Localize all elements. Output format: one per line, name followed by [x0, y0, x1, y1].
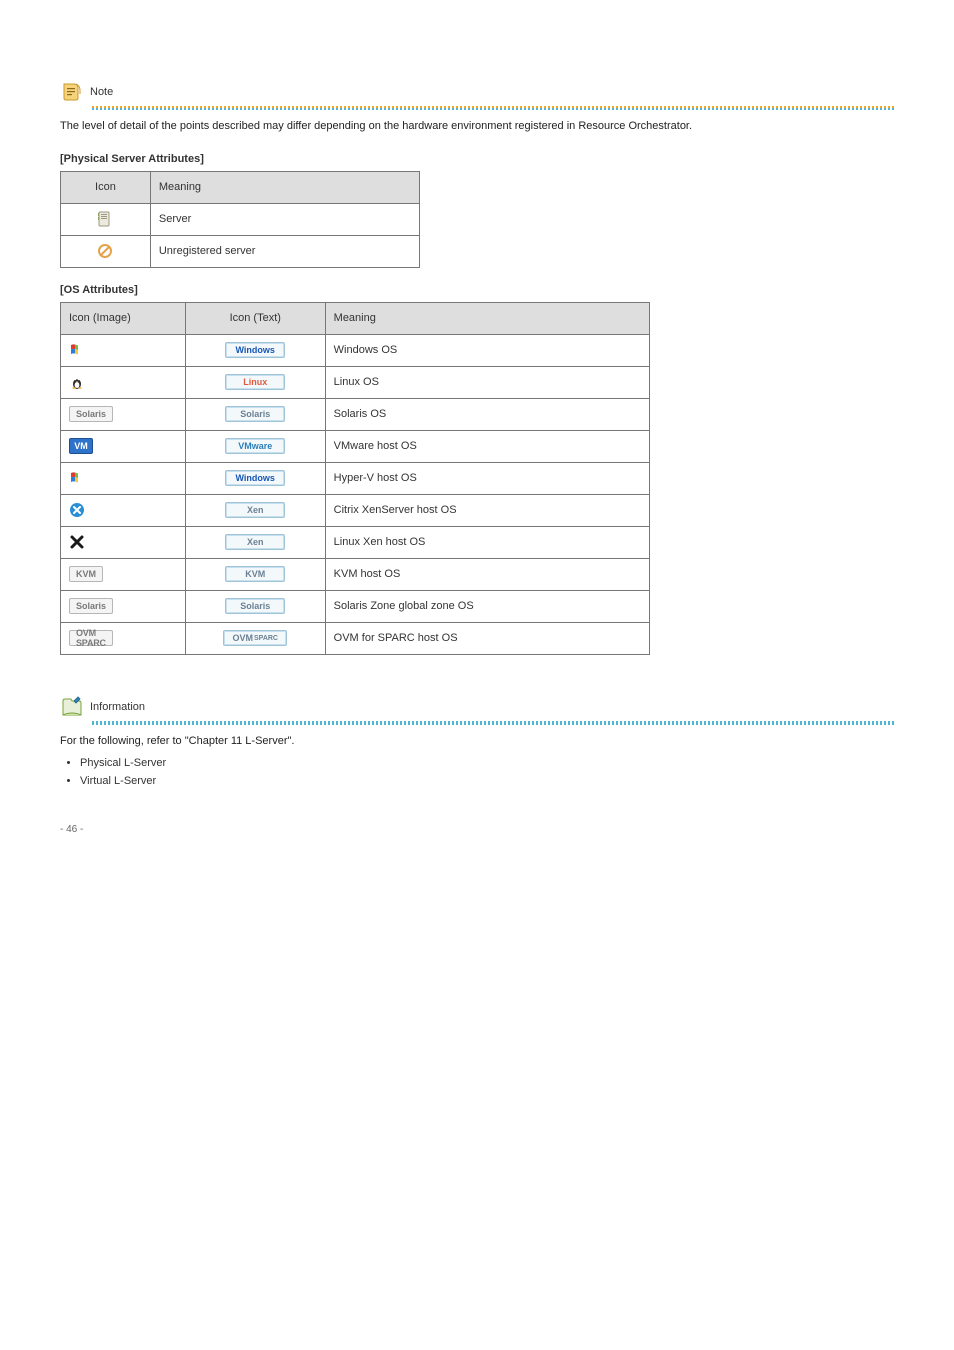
section-os-label: [OS Attributes] [60, 284, 894, 296]
information-label: Information [90, 701, 145, 713]
kvm-badge-icon: KVM [61, 558, 186, 590]
os-text-badge: Windows [185, 334, 325, 366]
table-row: SolarisSolarisSolaris Zone global zone O… [61, 590, 650, 622]
note-label: Note [90, 86, 113, 98]
table-row: XenCitrix XenServer host OS [61, 494, 650, 526]
solaris-badge-icon: Solaris [61, 398, 186, 430]
list-item: Virtual L-Server [80, 775, 894, 787]
cell-meaning: KVM host OS [325, 558, 649, 590]
cell-meaning: Hyper-V host OS [325, 462, 649, 494]
info-bullet-list: Physical L-Server Virtual L-Server [66, 757, 894, 787]
document-page: Note The level of detail of the points d… [0, 0, 954, 847]
vmware-badge-icon: VM [61, 430, 186, 462]
os-text-badge: Xen [185, 494, 325, 526]
physical-server-table: Icon Meaning ServerUnregistered server [60, 171, 420, 268]
bullet-text: Virtual L-Server [80, 775, 156, 787]
os-text-badge: Windows [185, 462, 325, 494]
note-icon [60, 80, 84, 104]
table-header: Meaning [325, 302, 649, 334]
cell-meaning: Linux Xen host OS [325, 526, 649, 558]
xen-circle-icon [61, 494, 186, 526]
windows-flag-icon [61, 334, 186, 366]
cell-meaning: Solaris OS [325, 398, 649, 430]
section-physical-label: [Physical Server Attributes] [60, 153, 894, 165]
windows-flag-vm-icon [61, 462, 186, 494]
table-row: SolarisSolarisSolaris OS [61, 398, 650, 430]
table-header: Icon (Image) [61, 302, 186, 334]
table-header: Meaning [150, 171, 419, 203]
cell-meaning: Windows OS [325, 334, 649, 366]
table-row: Server [61, 203, 420, 235]
table-header: Icon [61, 171, 151, 203]
information-header: Information [60, 695, 894, 719]
cell-meaning: Solaris Zone global zone OS [325, 590, 649, 622]
table-header: Icon (Text) [185, 302, 325, 334]
cell-meaning: Citrix XenServer host OS [325, 494, 649, 526]
cell-meaning: Unregistered server [150, 235, 419, 267]
os-text-badge: Solaris [185, 398, 325, 430]
information-text: For the following, refer to "Chapter 11 … [60, 733, 894, 750]
cell-meaning: Linux OS [325, 366, 649, 398]
os-text-badge: Solaris [185, 590, 325, 622]
information-divider [92, 721, 894, 725]
note-divider [92, 106, 894, 110]
bullet-text: Physical L-Server [80, 757, 166, 769]
information-icon [60, 695, 84, 719]
os-attributes-table: Icon (Image) Icon (Text) Meaning Windows… [60, 302, 650, 655]
cell-meaning: Server [150, 203, 419, 235]
info-text-before: For the following, refer to " [60, 735, 189, 747]
xen-x-icon [61, 526, 186, 558]
cell-meaning: VMware host OS [325, 430, 649, 462]
info-link: Chapter 11 L-Server [189, 735, 288, 747]
table-row: KVMKVMKVM host OS [61, 558, 650, 590]
os-text-badge: OVMSPARC [185, 622, 325, 654]
solaris-badge-icon: Solaris [61, 590, 186, 622]
page-number: - 46 - [60, 824, 83, 835]
table-row: XenLinux Xen host OS [61, 526, 650, 558]
ovmsparc-badge-icon: OVM SPARC [61, 622, 186, 654]
note-text: The level of detail of the points descri… [60, 118, 894, 135]
table-row: VMVMwareVMware host OS [61, 430, 650, 462]
table-row: OVM SPARCOVMSPARCOVM for SPARC host OS [61, 622, 650, 654]
linux-penguin-icon [61, 366, 186, 398]
table-row: LinuxLinux OS [61, 366, 650, 398]
os-text-badge: Linux [185, 366, 325, 398]
server-icon [61, 203, 151, 235]
table-row: WindowsHyper-V host OS [61, 462, 650, 494]
unregistered-server-icon [61, 235, 151, 267]
os-text-badge: Xen [185, 526, 325, 558]
table-row: Unregistered server [61, 235, 420, 267]
note-header: Note [60, 80, 894, 104]
os-text-badge: VMware [185, 430, 325, 462]
os-text-badge: KVM [185, 558, 325, 590]
table-row: WindowsWindows OS [61, 334, 650, 366]
cell-meaning: OVM for SPARC host OS [325, 622, 649, 654]
list-item: Physical L-Server [80, 757, 894, 769]
info-text-after: ". [288, 735, 295, 747]
